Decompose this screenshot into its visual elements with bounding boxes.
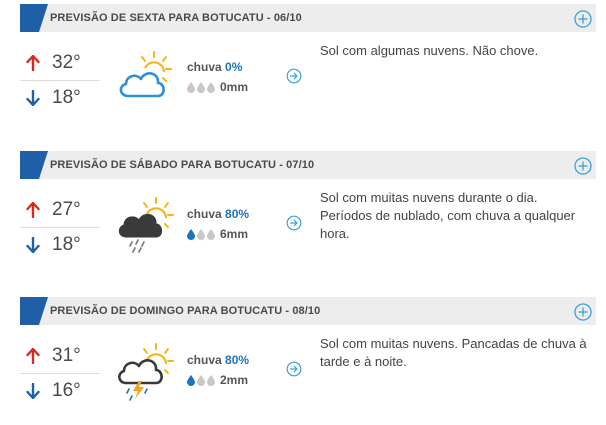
rain-level: 6mm: [187, 227, 249, 241]
rain-amount: 6mm: [220, 227, 249, 241]
max-temperature: 32°: [52, 52, 81, 73]
rain-level: 2mm: [187, 373, 249, 387]
raindrop-icon: [187, 374, 195, 386]
forecast-header[interactable]: PREVISÃO DE SÁBADO PARA BOTUCATU - 07/10: [20, 151, 596, 179]
rain-label: chuva: [187, 353, 222, 367]
arrow-down-icon: [26, 237, 40, 253]
plus-circle-icon[interactable]: [574, 303, 592, 321]
max-temp-row: 31°: [20, 339, 100, 373]
arrow-up-icon: [26, 348, 40, 364]
forecast-description: Sol com muitas nuvens. Pancadas de chuva…: [320, 336, 587, 369]
min-temperature: 18°: [52, 234, 81, 255]
rain-info: chuva 0% 0mm: [187, 60, 248, 94]
max-temperature: 31°: [52, 345, 81, 366]
temperature-block: 31° 16°: [20, 339, 100, 408]
forecast-header[interactable]: PREVISÃO DE SEXTA PARA BOTUCATU - 06/10: [20, 4, 596, 32]
rain-label: chuva: [187, 207, 222, 221]
max-temperature: 27°: [52, 199, 81, 220]
temperature-block: 32° 18°: [20, 46, 100, 115]
raindrop-icon: [197, 374, 205, 386]
forecast-card: PREVISÃO DE SÁBADO PARA BOTUCATU - 07/10…: [20, 151, 606, 281]
rain-info: chuva 80% 6mm: [187, 207, 249, 241]
forecast-card: PREVISÃO DE DOMINGO PARA BOTUCATU - 08/1…: [20, 297, 606, 425]
rain-probability: 80%: [225, 207, 250, 221]
arrow-right-circle-icon[interactable]: [286, 361, 302, 377]
forecast-title: PREVISÃO DE SEXTA PARA BOTUCATU - 06/10: [50, 12, 302, 24]
min-temp-row: 18°: [20, 228, 100, 262]
raindrop-icon: [207, 81, 215, 93]
raindrop-icon: [207, 374, 215, 386]
arrow-right-circle-icon[interactable]: [286, 215, 302, 231]
rain-amount: 2mm: [220, 373, 249, 387]
header-flag-icon: [20, 297, 48, 325]
raindrop-icon: [187, 228, 195, 240]
rain-label: chuva: [187, 60, 222, 74]
raindrop-icon: [197, 228, 205, 240]
rain-probability: 80%: [225, 353, 250, 367]
arrow-down-icon: [26, 383, 40, 399]
min-temperature: 16°: [52, 380, 81, 401]
rain-amount: 0mm: [220, 80, 249, 94]
arrow-right-circle-icon[interactable]: [286, 68, 302, 84]
forecast-description: Sol com muitas nuvens durante o dia. Per…: [320, 190, 576, 241]
rain-info: chuva 80% 2mm: [187, 353, 249, 387]
sun-cloud-storm-icon: [118, 343, 174, 401]
rain-probability: 0%: [225, 60, 243, 74]
sun-cloud-rain-icon: [118, 197, 174, 253]
forecast-title: PREVISÃO DE DOMINGO PARA BOTUCATU - 08/1…: [50, 305, 321, 317]
forecast-header[interactable]: PREVISÃO DE DOMINGO PARA BOTUCATU - 08/1…: [20, 297, 596, 325]
max-temp-row: 27°: [20, 193, 100, 227]
arrow-up-icon: [26, 202, 40, 218]
plus-circle-icon[interactable]: [574, 157, 592, 175]
max-temp-row: 32°: [20, 46, 100, 80]
arrow-up-icon: [26, 55, 40, 71]
raindrop-icon: [197, 81, 205, 93]
plus-circle-icon[interactable]: [574, 10, 592, 28]
min-temperature: 18°: [52, 87, 81, 108]
temperature-block: 27° 18°: [20, 193, 100, 262]
arrow-down-icon: [26, 90, 40, 106]
min-temp-row: 16°: [20, 374, 100, 408]
partly-cloudy-icon: [119, 51, 172, 98]
forecast-card: PREVISÃO DE SEXTA PARA BOTUCATU - 06/10 …: [20, 4, 606, 134]
raindrop-icon: [187, 81, 195, 93]
header-flag-icon: [20, 4, 48, 32]
rain-level: 0mm: [187, 80, 248, 94]
min-temp-row: 18°: [20, 81, 100, 115]
header-flag-icon: [20, 151, 48, 179]
forecast-title: PREVISÃO DE SÁBADO PARA BOTUCATU - 07/10: [50, 159, 315, 171]
raindrop-icon: [207, 228, 215, 240]
forecast-description: Sol com algumas nuvens. Não chove.: [320, 43, 539, 58]
